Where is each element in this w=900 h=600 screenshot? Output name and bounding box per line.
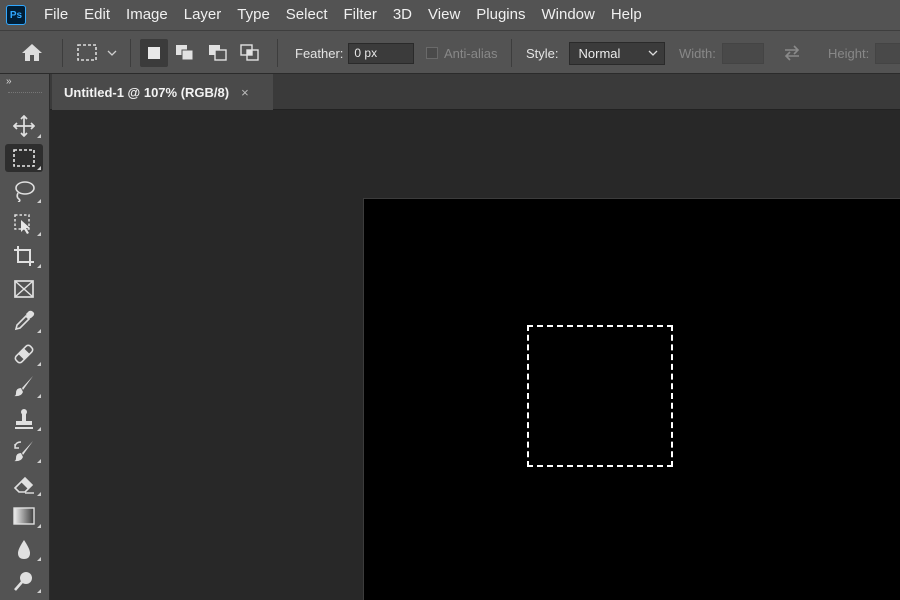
feather-input[interactable]: 0 px [348, 42, 415, 64]
rectangular-selection[interactable] [527, 325, 673, 467]
anti-alias-label: Anti-alias [444, 45, 498, 61]
clone-stamp-tool[interactable] [5, 405, 43, 433]
swap-width-height-button[interactable] [782, 31, 802, 75]
menu-select[interactable]: Select [278, 0, 336, 30]
subtract-from-selection-icon [209, 45, 227, 61]
close-icon[interactable]: × [241, 85, 249, 100]
stamp-icon [15, 409, 33, 429]
eyedropper-tool[interactable] [5, 307, 43, 335]
menu-layer[interactable]: Layer [176, 0, 230, 30]
menu-image[interactable]: Image [118, 0, 176, 30]
tool-preset-picker[interactable] [76, 31, 118, 75]
gradient-tool[interactable] [5, 502, 43, 530]
eraser-tool[interactable] [5, 470, 43, 498]
gradient-icon [13, 507, 35, 525]
brush-tool[interactable] [5, 372, 43, 400]
intersect-with-selection-button[interactable] [236, 39, 264, 67]
height-label: Height: [828, 45, 870, 61]
brush-icon [14, 376, 33, 397]
menu-3d[interactable]: 3D [385, 0, 420, 30]
anti-alias-checkbox[interactable] [426, 47, 438, 59]
home-button[interactable] [20, 31, 44, 75]
crop-icon [14, 246, 34, 266]
menu-file[interactable]: File [36, 0, 76, 30]
menu-edit[interactable]: Edit [76, 0, 118, 30]
width-label: Width: [679, 45, 716, 61]
canvas-workspace[interactable] [50, 110, 900, 600]
lasso-tool[interactable] [5, 177, 43, 205]
object-selection-tool[interactable] [5, 210, 43, 238]
intersect-with-selection-icon [240, 44, 259, 61]
eraser-icon [13, 476, 34, 494]
rectangular-marquee-icon [77, 44, 97, 61]
chevron-down-icon [107, 50, 117, 56]
width-input[interactable] [721, 42, 764, 64]
menu-type[interactable]: Type [229, 0, 278, 30]
photoshop-logo-icon[interactable]: Ps [6, 5, 26, 25]
new-selection-icon [148, 47, 160, 59]
new-selection-button[interactable] [140, 39, 168, 67]
frame-icon [14, 280, 34, 298]
feather-label: Feather: [295, 45, 344, 61]
swap-arrows-icon [784, 45, 800, 61]
document-canvas[interactable] [363, 198, 900, 600]
history-brush-icon [14, 441, 33, 462]
add-to-selection-button[interactable] [171, 39, 199, 67]
menu-plugins[interactable]: Plugins [468, 0, 533, 30]
menu-view[interactable]: View [420, 0, 468, 30]
rectangular-marquee-tool[interactable] [5, 144, 43, 172]
style-label: Style: [526, 45, 559, 61]
move-tool[interactable] [5, 112, 43, 140]
bandage-icon [14, 344, 34, 364]
menu-bar: Ps File Edit Image Layer Type Select Fil… [0, 0, 900, 30]
frame-tool[interactable] [5, 275, 43, 303]
move-icon [13, 115, 35, 137]
document-tab[interactable]: Untitled-1 @ 107% (RGB/8) × [52, 74, 273, 110]
lasso-icon [15, 181, 35, 202]
menu-window[interactable]: Window [533, 0, 602, 30]
crop-tool[interactable] [5, 242, 43, 270]
height-input[interactable] [875, 42, 900, 64]
collapse-panel-button[interactable]: » [6, 76, 11, 87]
spot-healing-brush-tool[interactable] [5, 340, 43, 368]
menu-help[interactable]: Help [603, 0, 650, 30]
menu-filter[interactable]: Filter [336, 0, 385, 30]
document-tab-bar: Untitled-1 @ 107% (RGB/8) × [50, 74, 900, 110]
panel-grip[interactable] [8, 92, 42, 95]
document-tab-title: Untitled-1 @ 107% (RGB/8) [64, 84, 230, 100]
blur-tool[interactable] [5, 535, 43, 563]
history-brush-tool[interactable] [5, 437, 43, 465]
water-drop-icon [18, 540, 30, 559]
dodge-icon [14, 572, 32, 591]
rectangular-marquee-icon [13, 149, 35, 167]
home-icon [22, 44, 42, 61]
chevron-down-icon [648, 50, 657, 56]
style-select-value: Normal [578, 45, 621, 61]
options-bar: Feather: 0 px Anti-alias Style: Normal W… [0, 30, 900, 74]
eyedropper-icon [14, 310, 35, 331]
object-selection-icon [14, 214, 30, 234]
style-select[interactable]: Normal [568, 41, 665, 65]
subtract-from-selection-button[interactable] [204, 39, 232, 67]
add-to-selection-icon [176, 45, 194, 61]
dodge-tool[interactable] [5, 567, 43, 595]
tools-panel: » [0, 74, 50, 600]
